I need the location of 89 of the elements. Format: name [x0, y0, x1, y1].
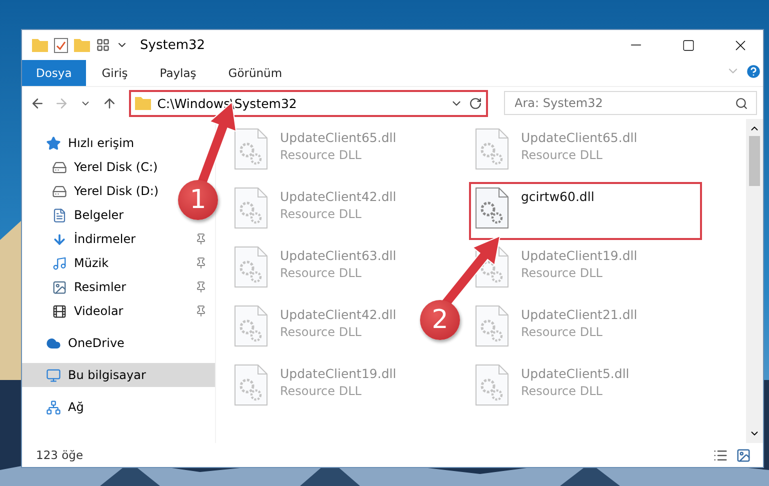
- sidebar-item[interactable]: OneDrive: [22, 331, 132, 355]
- file-name: UpdateClient5.dll: [521, 366, 630, 381]
- sidebar-item[interactable]: Müzik: [22, 251, 215, 275]
- ribbon-tab[interactable]: Görünüm: [212, 60, 298, 86]
- refresh-icon[interactable]: [468, 96, 482, 110]
- file-type: Resource DLL: [521, 266, 604, 280]
- details-view-icon[interactable]: [713, 448, 728, 462]
- sidebar-item[interactable]: Hızlı erişim: [22, 131, 142, 155]
- window-title: System32: [140, 38, 206, 52]
- file-name: UpdateClient21.dll: [521, 307, 638, 322]
- search-icon[interactable]: [735, 96, 748, 110]
- sidebar-label: Bu bilgisayar: [68, 368, 147, 382]
- properties-icon[interactable]: [54, 38, 68, 52]
- cloud-icon: [46, 336, 61, 350]
- large-icons-view-icon[interactable]: [736, 448, 751, 462]
- file-icon: [475, 364, 509, 406]
- file-name: UpdateClient63.dll: [280, 248, 396, 263]
- file-icon: [475, 187, 509, 229]
- pin-icon[interactable]: [195, 233, 207, 245]
- file-icon: [234, 187, 268, 229]
- sidebar-label: Resimler: [74, 280, 128, 294]
- file-name: UpdateClient65.dll: [280, 130, 396, 145]
- sidebar-label: Videolar: [74, 304, 124, 318]
- file-type: Resource DLL: [280, 266, 362, 280]
- pin-icon[interactable]: [195, 305, 207, 317]
- sidebar-item[interactable]: İndirmeler: [22, 227, 215, 251]
- image-icon: [52, 280, 67, 294]
- file-name: UpdateClient19.dll: [280, 366, 396, 381]
- sidebar-item[interactable]: Yerel Disk (C:): [22, 155, 166, 179]
- folder-icon: [32, 38, 48, 52]
- file-menu-tab[interactable]: Dosya: [22, 60, 86, 86]
- scrollbar[interactable]: [746, 119, 763, 443]
- file-type: Resource DLL: [280, 325, 362, 339]
- pin-icon[interactable]: [195, 281, 207, 293]
- document-icon: [52, 208, 67, 222]
- sidebar-label: Hızlı erişim: [68, 136, 134, 150]
- music-icon: [52, 256, 67, 270]
- search-box[interactable]: Ara: System32: [504, 91, 758, 115]
- drive-icon: [52, 160, 67, 174]
- file-type: Resource DLL: [521, 325, 604, 339]
- sidebar-item[interactable]: Videolar: [22, 299, 215, 323]
- file-icon: [234, 364, 268, 406]
- file-type: Resource DLL: [280, 207, 362, 221]
- sidebar-item[interactable]: Resimler: [22, 275, 215, 299]
- file-type: Resource DLL: [521, 384, 604, 398]
- sidebar-item[interactable]: Belgeler: [22, 203, 132, 227]
- ribbon-tab[interactable]: Paylaş: [144, 60, 212, 86]
- star-icon: [46, 136, 61, 150]
- file-type: Resource DLL: [280, 384, 362, 398]
- search-input[interactable]: Ara: System32: [512, 95, 736, 111]
- network-icon: [46, 400, 61, 414]
- scroll-thumb[interactable]: [749, 136, 760, 186]
- drive-icon: [52, 184, 67, 198]
- file-name: gcirtw60.dll: [521, 189, 594, 204]
- film-icon: [52, 304, 67, 318]
- pin-icon[interactable]: [195, 257, 207, 269]
- file-icon: [234, 128, 268, 170]
- sidebar-item[interactable]: Ağ: [22, 395, 92, 419]
- download-icon: [52, 232, 67, 246]
- file-icon: [234, 305, 268, 347]
- view-icon[interactable]: [96, 38, 110, 52]
- sidebar-label: Yerel Disk (C:): [74, 160, 158, 174]
- up-icon[interactable]: [102, 96, 117, 110]
- sidebar-label: Yerel Disk (D:): [74, 184, 159, 198]
- address-bar[interactable]: C:\Windows\System32: [129, 90, 488, 116]
- sidebar-label: OneDrive: [68, 336, 124, 350]
- file-icon: [234, 246, 268, 288]
- folder-icon: [135, 96, 152, 110]
- back-icon[interactable]: [30, 96, 46, 110]
- file-icon: [475, 128, 509, 170]
- sidebar-label: Ağ: [68, 400, 84, 414]
- file-name: UpdateClient19.dll: [521, 248, 638, 263]
- sidebar-item[interactable]: Bu bilgisayar: [22, 363, 215, 387]
- monitor-icon: [46, 368, 61, 382]
- file-name: UpdateClient65.dll: [521, 130, 638, 145]
- file-icon: [475, 305, 509, 347]
- sidebar-label: Belgeler: [74, 208, 124, 222]
- ribbon-tab[interactable]: Giriş: [86, 60, 144, 86]
- sidebar-label: Müzik: [74, 256, 110, 270]
- file-type: Resource DLL: [521, 148, 604, 162]
- maximize-icon[interactable]: [682, 38, 694, 52]
- file-name: UpdateClient42.dll: [280, 189, 396, 204]
- help-icon[interactable]: [744, 62, 762, 80]
- file-name: UpdateClient42.dll: [280, 307, 396, 322]
- sidebar-label: İndirmeler: [74, 232, 137, 246]
- sidebar-item[interactable]: Yerel Disk (D:): [22, 179, 167, 203]
- address-path: C:\Windows\System32: [157, 96, 298, 110]
- file-type: Resource DLL: [280, 148, 362, 162]
- item-count: 123 öğe: [36, 448, 84, 462]
